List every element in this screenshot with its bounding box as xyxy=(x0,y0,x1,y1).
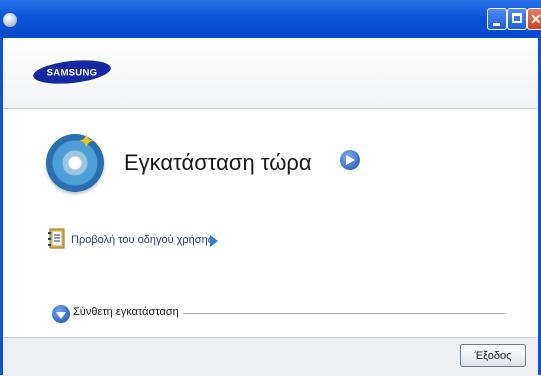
install-now-arrow-icon[interactable] xyxy=(340,150,360,170)
install-disc-icon[interactable] xyxy=(46,134,104,192)
close-icon: ✕ xyxy=(530,11,541,27)
close-button[interactable]: ✕ xyxy=(527,8,541,30)
installer-window: ✕ SAMSUNG ✦ Εγκατάσταση τώρα Προβολή του… xyxy=(0,0,541,376)
user-guide-link[interactable]: Προβολή του οδηγού χρήσης xyxy=(71,234,213,246)
app-disc-icon[interactable] xyxy=(3,13,17,27)
maximize-button[interactable] xyxy=(507,8,527,30)
sparkle-icon: ✦ xyxy=(78,131,95,153)
footer-band xyxy=(3,337,538,376)
advanced-install-expand-icon[interactable] xyxy=(52,305,70,323)
samsung-logo: SAMSUNG xyxy=(33,60,111,84)
exit-button[interactable]: Έξοδος xyxy=(460,344,526,367)
samsung-logo-text: SAMSUNG xyxy=(47,68,98,79)
minimize-button[interactable] xyxy=(487,8,507,30)
user-guide-arrow-icon[interactable] xyxy=(210,235,218,247)
advanced-install-link[interactable]: Σύνθετη εγκατάσταση xyxy=(73,306,179,318)
user-guide-book-icon[interactable] xyxy=(48,228,68,250)
title-bar: ✕ xyxy=(0,0,541,38)
install-now-link[interactable]: Εγκατάσταση τώρα xyxy=(124,150,312,176)
advanced-install-divider xyxy=(183,313,505,314)
